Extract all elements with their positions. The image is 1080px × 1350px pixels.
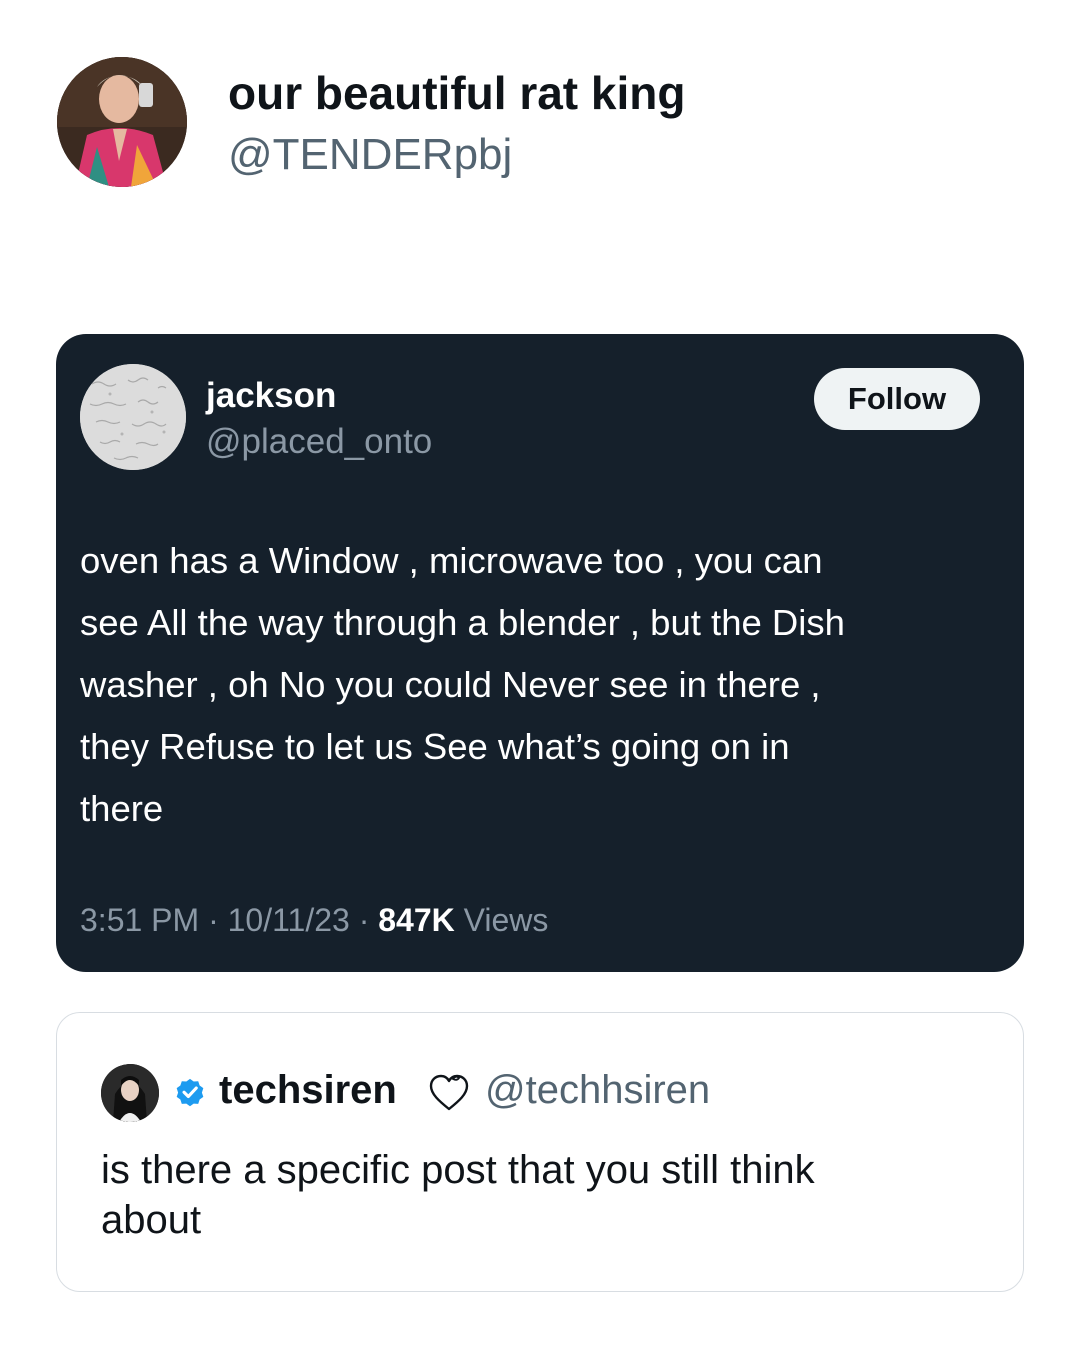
quote-handle[interactable]: @techhsiren bbox=[485, 1068, 710, 1113]
embedded-tweet-handle[interactable]: @placed_onto bbox=[206, 422, 432, 462]
tweet-text-line: washer , oh No you could Never see in th… bbox=[80, 664, 821, 705]
header-display-name[interactable]: our beautiful rat king bbox=[228, 66, 685, 120]
quote-text-line: is there a specific post that you still … bbox=[101, 1148, 815, 1192]
embedded-tweet-card[interactable]: jackson @placed_onto Follow oven has a W… bbox=[56, 334, 1024, 972]
quote-card[interactable]: techsiren @techhsiren is there a specifi… bbox=[56, 1012, 1024, 1292]
tweet-text-line: oven has a Window , microwave too , you … bbox=[80, 540, 823, 581]
header-avatar-image bbox=[57, 57, 187, 187]
tweet-date[interactable]: 10/11/23 bbox=[228, 902, 350, 938]
verified-badge-icon bbox=[176, 1078, 204, 1107]
quote-text: is there a specific post that you still … bbox=[101, 1145, 815, 1245]
tweet-meta: 3:51 PM · 10/11/23 · 847K Views bbox=[80, 902, 548, 939]
views-count[interactable]: 847K bbox=[378, 902, 455, 938]
embedded-tweet-avatar[interactable] bbox=[80, 364, 186, 470]
tweet-text-line: there bbox=[80, 788, 164, 829]
tweet-text-line: see All the way through a blender , but … bbox=[80, 602, 845, 643]
heart-outline-icon bbox=[429, 1074, 469, 1111]
quote-avatar-image bbox=[101, 1064, 159, 1122]
embedded-tweet-display-name[interactable]: jackson bbox=[206, 376, 336, 416]
quote-avatar[interactable] bbox=[101, 1064, 159, 1122]
views-label: Views bbox=[463, 902, 549, 938]
embedded-tweet-avatar-image bbox=[80, 364, 186, 470]
meta-separator: · bbox=[358, 902, 370, 938]
header-avatar[interactable] bbox=[57, 57, 187, 187]
tweet-text-line: they Refuse to let us See what’s going o… bbox=[80, 726, 790, 767]
quote-text-line: about bbox=[101, 1198, 202, 1242]
header-handle[interactable]: @TENDERpbj bbox=[228, 130, 512, 180]
follow-button[interactable]: Follow bbox=[814, 368, 980, 430]
quote-display-name[interactable]: techsiren bbox=[219, 1068, 397, 1113]
tweet-time[interactable]: 3:51 PM bbox=[80, 902, 199, 938]
embedded-tweet-text: oven has a Window , microwave too , you … bbox=[80, 530, 1000, 840]
meta-separator: · bbox=[208, 902, 219, 938]
